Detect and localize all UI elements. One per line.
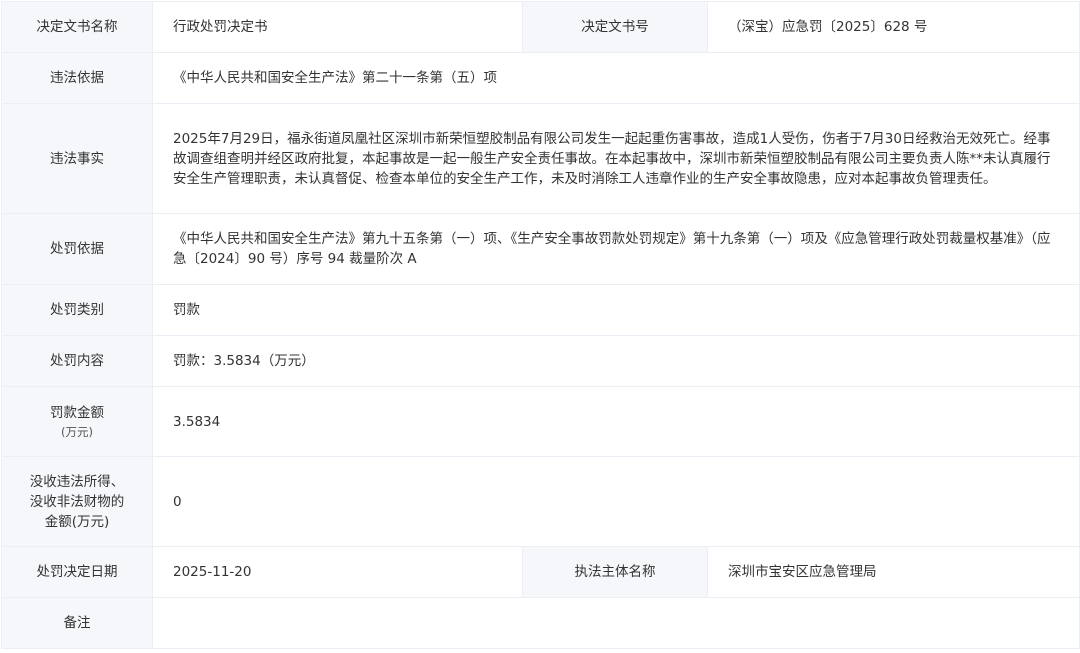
- penalty-basis-value: 《中华人民共和国安全生产法》第九十五条第（一）项、《生产安全事故罚款处罚规定》第…: [152, 213, 1080, 285]
- row-violation-facts: 违法事实 2025年7月29日，福永街道凤凰社区深圳市新荣恒塑胶制品有限公司发生…: [1, 103, 1080, 214]
- fine-amount-value: 3.5834: [152, 386, 1080, 457]
- row-violation-basis: 违法依据 《中华人民共和国安全生产法》第二十一条第（五）项: [1, 52, 1080, 104]
- penalty-content-value: 罚款：3.5834（万元）: [152, 335, 1080, 387]
- confiscation-value: 0: [152, 456, 1080, 547]
- row-doc-name: 决定文书名称 行政处罚决定书 决定文书号 （深宝）应急罚〔2025〕628 号: [1, 1, 1080, 53]
- row-penalty-type: 处罚类别 罚款: [1, 284, 1080, 336]
- decision-date-label: 处罚决定日期: [1, 546, 153, 598]
- doc-number-label: 决定文书号: [522, 1, 708, 53]
- row-remarks: 备注: [1, 597, 1080, 649]
- doc-name-label: 决定文书名称: [1, 1, 153, 53]
- decision-date-value: 2025-11-20: [152, 546, 523, 598]
- violation-basis-value: 《中华人民共和国安全生产法》第二十一条第（五）项: [152, 52, 1080, 104]
- row-penalty-basis: 处罚依据 《中华人民共和国安全生产法》第九十五条第（一）项、《生产安全事故罚款处…: [1, 213, 1080, 285]
- fine-amount-unit: (万元): [61, 424, 93, 439]
- confiscation-label-line3: 金额(万元): [44, 513, 110, 530]
- doc-name-value: 行政处罚决定书: [152, 1, 523, 53]
- penalty-content-label: 处罚内容: [1, 335, 153, 387]
- penalty-basis-label: 处罚依据: [1, 213, 153, 285]
- enforcement-agency-label: 执法主体名称: [522, 546, 708, 598]
- row-penalty-content: 处罚内容 罚款：3.5834（万元）: [1, 335, 1080, 387]
- doc-number-value: （深宝）应急罚〔2025〕628 号: [707, 1, 1080, 53]
- penalty-detail-table: 决定文书名称 行政处罚决定书 决定文书号 （深宝）应急罚〔2025〕628 号 …: [1, 1, 1080, 649]
- row-fine-amount: 罚款金额 (万元) 3.5834: [1, 386, 1080, 457]
- violation-facts-label: 违法事实: [1, 103, 153, 214]
- violation-facts-value: 2025年7月29日，福永街道凤凰社区深圳市新荣恒塑胶制品有限公司发生一起起重伤…: [152, 103, 1080, 214]
- confiscation-label: 没收违法所得、 没收非法财物的 金额(万元): [1, 456, 153, 547]
- row-confiscation: 没收违法所得、 没收非法财物的 金额(万元) 0: [1, 456, 1080, 547]
- fine-amount-label: 罚款金额 (万元): [1, 386, 153, 457]
- penalty-type-label: 处罚类别: [1, 284, 153, 336]
- row-decision-date: 处罚决定日期 2025-11-20 执法主体名称 深圳市宝安区应急管理局: [1, 546, 1080, 598]
- fine-amount-label-text: 罚款金额: [50, 404, 104, 421]
- penalty-type-value: 罚款: [152, 284, 1080, 336]
- confiscation-label-line1: 没收违法所得、: [29, 473, 125, 490]
- remarks-value: [152, 597, 1080, 649]
- enforcement-agency-value: 深圳市宝安区应急管理局: [707, 546, 1080, 598]
- violation-basis-label: 违法依据: [1, 52, 153, 104]
- confiscation-label-line2: 没收非法财物的: [29, 493, 125, 510]
- remarks-label: 备注: [1, 597, 153, 649]
